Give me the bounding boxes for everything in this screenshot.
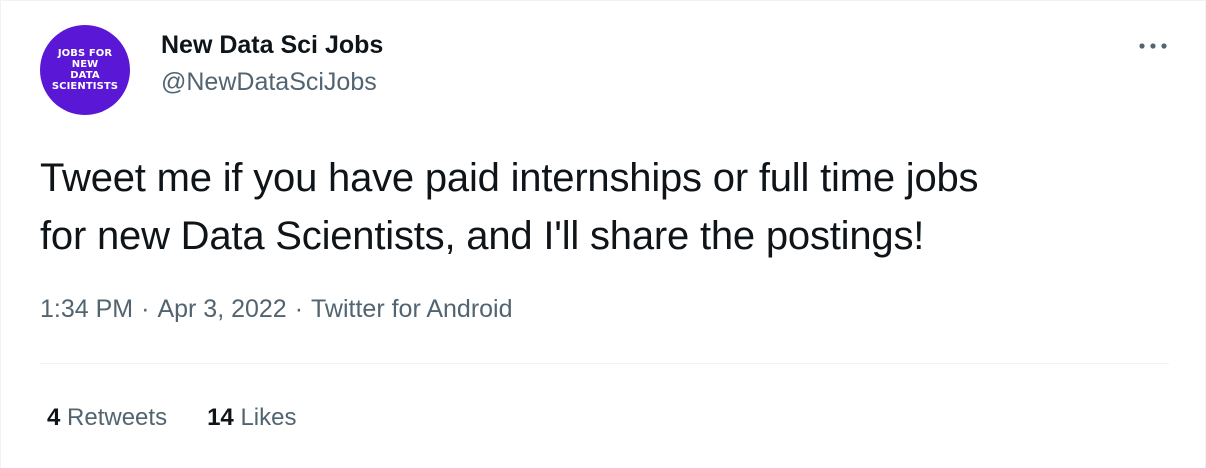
avatar-text-line-3: DATA — [70, 70, 100, 81]
tweet-time[interactable]: 1:34 PM — [40, 295, 133, 323]
meta-separator: · — [141, 295, 150, 323]
tweet-card: JOBS FOR NEW DATA SCIENTISTS New Data Sc… — [0, 0, 1206, 468]
tweet-date[interactable]: Apr 3, 2022 — [157, 295, 286, 323]
avatar-text-line-1: JOBS FOR — [57, 48, 113, 59]
likes-label: Likes — [240, 404, 297, 431]
avatar-text-line-4: SCIENTISTS — [51, 81, 119, 92]
tweet-source[interactable]: Twitter for Android — [311, 295, 512, 323]
more-options-button[interactable] — [1133, 31, 1173, 61]
tweet-text-line-2: for new Data Scientists, and I'll share … — [40, 214, 925, 258]
likes-stat[interactable]: 14 Likes — [207, 403, 296, 433]
author-display-name[interactable]: New Data Sci Jobs — [161, 29, 383, 61]
tweet-text-line-1: Tweet me if you have paid internships or… — [40, 156, 979, 200]
retweets-count: 4 — [47, 404, 61, 431]
tweet-stats: 4 Retweets 14 Likes — [47, 403, 296, 433]
divider — [40, 363, 1169, 364]
author-info: New Data Sci Jobs @NewDataSciJobs — [161, 29, 383, 98]
meta-separator: · — [294, 295, 304, 323]
tweet-meta: 1:34 PM · Apr 3, 2022 · Twitter for Android — [40, 293, 513, 325]
author-handle[interactable]: @NewDataSciJobs — [161, 66, 383, 98]
retweets-label: Retweets — [67, 404, 168, 431]
retweets-stat[interactable]: 4 Retweets — [47, 403, 167, 433]
likes-count: 14 — [207, 404, 234, 431]
tweet-text: Tweet me if you have paid internships or… — [40, 149, 1170, 265]
more-horizontal-icon — [1139, 43, 1167, 49]
avatar-text-line-2: NEW — [71, 59, 99, 70]
avatar[interactable]: JOBS FOR NEW DATA SCIENTISTS — [40, 25, 130, 115]
